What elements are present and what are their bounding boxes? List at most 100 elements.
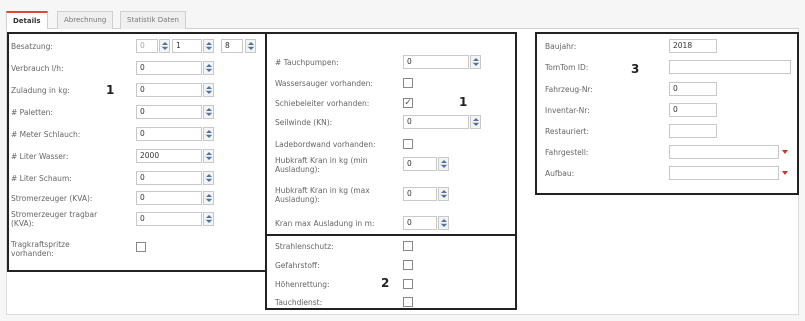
- liter-wasser-spinner[interactable]: [203, 149, 214, 163]
- gefahrstoff-row: Gefahrstoff:: [267, 258, 515, 274]
- tauchpumpen-label: # Tauchpumpen:: [275, 58, 339, 67]
- liter-schaum-row: # Liter Schaum: 0: [9, 171, 265, 187]
- tomtom-id-row: TomTom ID:: [537, 60, 797, 76]
- liter-schaum-spinner[interactable]: [203, 171, 214, 185]
- right-section-box: Baujahr: 2018 TomTom ID: 3 Fahrzeug-Nr: …: [535, 32, 799, 195]
- besatzung-spinner-3[interactable]: [245, 39, 256, 53]
- lower-section-box: Strahlenschutz: Gefahrstoff: Höhenrettun…: [265, 234, 517, 310]
- gefahrstoff-label: Gefahrstoff:: [275, 261, 320, 270]
- aufbau-select[interactable]: [669, 166, 779, 180]
- zuladung-input[interactable]: 0: [136, 83, 202, 97]
- baujahr-row: Baujahr: 2018: [537, 39, 797, 55]
- meter-schlauch-row: # Meter Schlauch: 0: [9, 127, 265, 143]
- tauchpumpen-input[interactable]: 0: [403, 55, 469, 69]
- paletten-input[interactable]: 0: [136, 105, 202, 119]
- liter-wasser-input[interactable]: 2000: [136, 149, 202, 163]
- aufbau-label: Aufbau:: [545, 169, 575, 178]
- inventar-nr-input[interactable]: 0: [669, 103, 717, 117]
- fahrgestell-label: Fahrgestell:: [545, 148, 589, 157]
- restauriert-input[interactable]: [669, 124, 717, 138]
- hoehenrettung-checkbox[interactable]: [403, 279, 413, 289]
- besatzung-field-3[interactable]: 8: [221, 39, 243, 53]
- liter-wasser-label: # Liter Wasser:: [11, 152, 69, 161]
- tragkraftspritze-label: Tragkraftspritze vorhanden:: [11, 240, 70, 258]
- besatzung-row: Besatzung: 0 1 8: [9, 39, 265, 55]
- stromerzeuger-spinner[interactable]: [203, 191, 214, 205]
- seilwinde-row: Seilwinde (KN): 0: [267, 115, 515, 131]
- verbrauch-spinner[interactable]: [203, 61, 214, 75]
- hubkraft-min-row: Hubkraft Kran in kg (min Ausladung): 0: [267, 154, 515, 178]
- restauriert-label: Restauriert:: [545, 127, 590, 136]
- besatzung-spinner-2[interactable]: [203, 39, 214, 53]
- zuladung-spinner[interactable]: [203, 83, 214, 97]
- tab-details[interactable]: Details: [6, 11, 48, 30]
- besatzung-spinner-1[interactable]: [159, 39, 170, 53]
- section-number-left: 1: [106, 83, 115, 97]
- wassersauger-checkbox[interactable]: [403, 78, 413, 88]
- aufbau-row: Aufbau:: [537, 166, 797, 182]
- fahrgestell-dropdown-icon[interactable]: [780, 145, 791, 159]
- seilwinde-spinner[interactable]: [470, 115, 481, 129]
- tomtom-id-input[interactable]: [669, 60, 791, 74]
- kran-ausladung-input[interactable]: 0: [403, 216, 437, 230]
- inventar-nr-label: Inventar-Nr:: [545, 106, 590, 115]
- gefahrstoff-checkbox[interactable]: [403, 260, 413, 270]
- zuladung-label: Zuladung in kg:: [11, 86, 70, 95]
- ladebordwand-label: Ladebordwand vorhanden:: [275, 140, 376, 149]
- hubkraft-min-input[interactable]: 0: [403, 157, 437, 171]
- inventar-nr-row: Inventar-Nr: 0: [537, 103, 797, 119]
- verbrauch-input[interactable]: 0: [136, 61, 202, 75]
- baujahr-input[interactable]: 2018: [669, 39, 717, 53]
- stromerzeuger-input[interactable]: 0: [136, 191, 202, 205]
- tragkraftspritze-checkbox[interactable]: [136, 242, 146, 252]
- stromerzeuger-tragbar-input[interactable]: 0: [136, 212, 202, 226]
- paletten-label: # Paletten:: [11, 108, 53, 117]
- aufbau-dropdown-icon[interactable]: [780, 166, 791, 180]
- hubkraft-max-spinner[interactable]: [438, 187, 449, 201]
- fahrgestell-select[interactable]: [669, 145, 779, 159]
- hubkraft-max-label: Hubkraft Kran in kg (max Ausladung):: [275, 186, 370, 204]
- ladebordwand-checkbox[interactable]: [403, 139, 413, 149]
- seilwinde-label: Seilwinde (KN):: [275, 118, 333, 127]
- tauchdienst-label: Tauchdienst:: [275, 298, 323, 307]
- stromerzeuger-row: Stromerzeuger (KVA): 0: [9, 191, 265, 207]
- wassersauger-row: Wassersauger vorhanden:: [267, 76, 515, 92]
- schiebeleiter-row: Schiebeleiter vorhanden: ✓: [267, 96, 515, 112]
- fahrgestell-row: Fahrgestell:: [537, 145, 797, 161]
- besatzung-label: Besatzung:: [11, 42, 53, 51]
- tauchdienst-checkbox[interactable]: [403, 297, 413, 307]
- hubkraft-max-row: Hubkraft Kran in kg (max Ausladung): 0: [267, 184, 515, 208]
- restauriert-row: Restauriert:: [537, 124, 797, 140]
- tauchpumpen-spinner[interactable]: [470, 55, 481, 69]
- verbrauch-label: Verbrauch l/h:: [11, 64, 64, 73]
- meter-schlauch-input[interactable]: 0: [136, 127, 202, 141]
- section-number-right: 3: [631, 62, 640, 76]
- besatzung-field-2[interactable]: 1: [172, 39, 202, 53]
- hubkraft-max-input[interactable]: 0: [403, 187, 437, 201]
- meter-schlauch-label: # Meter Schlauch:: [11, 130, 81, 139]
- schiebeleiter-checkbox[interactable]: ✓: [403, 98, 413, 108]
- hubkraft-min-spinner[interactable]: [438, 157, 449, 171]
- baujahr-label: Baujahr:: [545, 42, 577, 51]
- fahrzeug-nr-input[interactable]: 0: [669, 82, 717, 96]
- stromerzeuger-tragbar-label: Stromerzeuger tragbar (KVA):: [11, 210, 98, 228]
- fahrzeug-nr-row: Fahrzeug-Nr: 0: [537, 82, 797, 98]
- strahlenschutz-row: Strahlenschutz:: [267, 239, 515, 255]
- liter-wasser-row: # Liter Wasser: 2000: [9, 149, 265, 165]
- tab-statistik-daten[interactable]: Statistik Daten: [120, 11, 186, 29]
- tragkraftspritze-row: Tragkraftspritze vorhanden:: [9, 238, 265, 264]
- liter-schaum-input[interactable]: 0: [136, 171, 202, 185]
- tauchdienst-row: Tauchdienst:: [267, 295, 515, 311]
- kran-ausladung-spinner[interactable]: [438, 216, 449, 230]
- meter-schlauch-spinner[interactable]: [203, 127, 214, 141]
- schiebeleiter-label: Schiebeleiter vorhanden:: [275, 99, 370, 108]
- hubkraft-min-label: Hubkraft Kran in kg (min Ausladung):: [275, 156, 368, 174]
- besatzung-field-1[interactable]: 0: [136, 39, 158, 53]
- strahlenschutz-checkbox[interactable]: [403, 241, 413, 251]
- kran-ausladung-row: Kran max Ausladung in m: 0: [267, 216, 515, 232]
- paletten-spinner[interactable]: [203, 105, 214, 119]
- seilwinde-input[interactable]: 0: [403, 115, 469, 129]
- stromerzeuger-tragbar-spinner[interactable]: [203, 212, 214, 226]
- tab-bar: Details Abrechnung Statistik Daten: [6, 9, 799, 30]
- tab-abrechnung[interactable]: Abrechnung: [57, 11, 114, 29]
